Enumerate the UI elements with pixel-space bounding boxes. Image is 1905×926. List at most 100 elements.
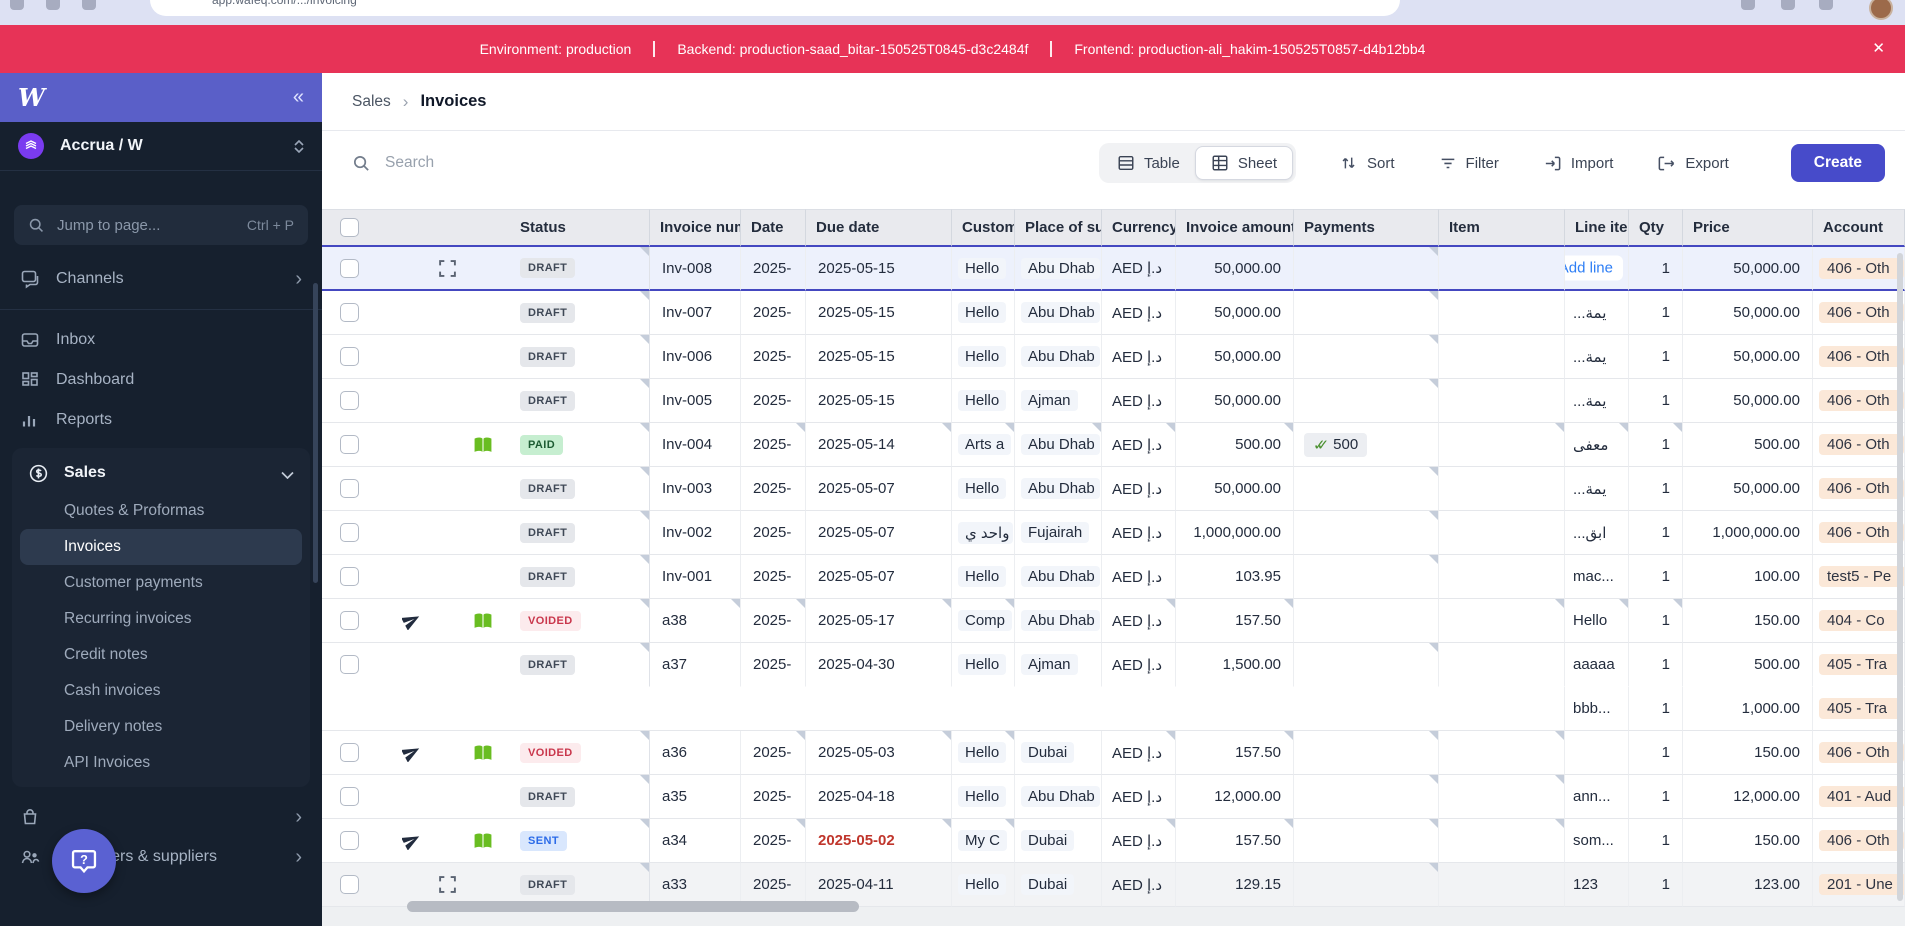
cell-date[interactable]: 2025- (741, 775, 806, 819)
cell-customer[interactable]: Hello (952, 467, 1015, 511)
address-bar[interactable]: app.wafeq.com/.../invoicing (150, 0, 1400, 16)
row-checkbox[interactable] (340, 479, 359, 498)
cell-currency[interactable]: AED د.إ (1102, 247, 1176, 291)
cell-item[interactable] (1439, 863, 1565, 907)
cell-currency[interactable]: AED د.إ (1102, 291, 1176, 335)
cell-payments[interactable]: ✓✓ 500 (1294, 423, 1439, 467)
cell-due-date[interactable]: 2025-05-15 (806, 335, 952, 379)
expand-icon[interactable] (435, 256, 459, 280)
cell-account[interactable]: 401 - Aud (1813, 775, 1905, 819)
cell-date[interactable]: 2025- (741, 511, 806, 555)
cell-invoice-amount[interactable]: 50,000.00 (1176, 291, 1294, 335)
cell-price[interactable]: 1,000.00 (1683, 687, 1813, 731)
workspace-selector[interactable]: Accrua / W (0, 122, 322, 171)
cell-account[interactable]: 406 - Oth (1813, 379, 1905, 423)
cell-status[interactable]: DRAFT (500, 555, 650, 599)
sidebar-item-customers-suppliers[interactable]: Customers & suppliers › (0, 837, 322, 877)
cell-qty[interactable]: 1 (1629, 687, 1683, 731)
cell-price[interactable]: 123.00 (1683, 863, 1813, 907)
cell-invoice-amount[interactable]: 50,000.00 (1176, 335, 1294, 379)
cell-invoice-amount[interactable]: 12,000.00 (1176, 775, 1294, 819)
cell-date[interactable]: 2025- (741, 423, 806, 467)
cell-customer[interactable]: واحد ي (952, 511, 1015, 555)
cell-date[interactable]: 2025- (741, 643, 806, 687)
cell-invoice-amount[interactable]: 129.15 (1176, 863, 1294, 907)
search-input[interactable] (352, 154, 872, 173)
cell-line-item[interactable]: ...يمة (1565, 291, 1629, 335)
cell-item[interactable] (1439, 599, 1565, 643)
cell-item[interactable] (1439, 775, 1565, 819)
banner-close-icon[interactable]: ✕ (1872, 39, 1885, 57)
cell-currency[interactable]: AED د.إ (1102, 731, 1176, 775)
cell-date[interactable]: 2025- (741, 335, 806, 379)
sidebar-item-sales[interactable]: Sales (12, 453, 310, 493)
cell-price[interactable]: 12,000.00 (1683, 775, 1813, 819)
row-checkbox[interactable] (340, 435, 359, 454)
cell-account[interactable]: test5 - Pe (1813, 555, 1905, 599)
cell-account[interactable]: 404 - Co (1813, 599, 1905, 643)
cell-invoice-amount[interactable]: 157.50 (1176, 599, 1294, 643)
row-checkbox[interactable] (340, 258, 359, 278)
cell-payments[interactable] (1294, 467, 1439, 511)
cell-status[interactable]: DRAFT (500, 291, 650, 335)
cell-payments[interactable] (1294, 291, 1439, 335)
row-checkbox[interactable] (340, 875, 359, 894)
cell-qty[interactable]: 1 (1629, 643, 1683, 687)
cell-status[interactable]: DRAFT (500, 511, 650, 555)
cell-customer[interactable]: Comp (952, 599, 1015, 643)
column-header-lineitem[interactable]: Line item (1565, 209, 1629, 247)
cell-account[interactable]: 406 - Oth (1813, 467, 1905, 511)
cell-due-date[interactable]: 2025-05-07 (806, 467, 952, 511)
cell-item[interactable] (1439, 555, 1565, 599)
cell-currency[interactable]: AED د.إ (1102, 643, 1176, 687)
cell-price[interactable]: 500.00 (1683, 643, 1813, 687)
cell-status[interactable]: PAID (500, 423, 650, 467)
cell-item[interactable] (1439, 423, 1565, 467)
cell-currency[interactable]: AED د.إ (1102, 335, 1176, 379)
cell-payments[interactable] (1294, 775, 1439, 819)
sidebar-item-invoices[interactable]: Invoices (20, 529, 302, 565)
cell-place-of-supply[interactable]: Abu Dhab (1015, 467, 1102, 511)
row-checkbox[interactable] (340, 611, 359, 630)
cell-price[interactable]: 150.00 (1683, 599, 1813, 643)
import-button[interactable]: Import (1543, 154, 1613, 173)
cell-account[interactable]: 405 - Tra (1813, 687, 1905, 731)
browser-menu-icon[interactable] (1819, 0, 1833, 10)
cell-line-item[interactable]: bbb... (1565, 687, 1629, 731)
row-checkbox[interactable] (340, 787, 359, 806)
cell-line-item[interactable]: som... (1565, 819, 1629, 863)
column-header-icons[interactable] (377, 209, 500, 247)
cell-price[interactable]: 500.00 (1683, 423, 1813, 467)
sidebar-item-dashboard[interactable]: Dashboard (0, 360, 322, 400)
cell-status[interactable]: VOIDED (500, 731, 650, 775)
cell-line-item[interactable]: aaaaa (1565, 643, 1629, 687)
cell-place-of-supply[interactable]: Abu Dhab (1015, 291, 1102, 335)
help-button[interactable]: ? (52, 829, 116, 893)
cell-item[interactable] (1439, 731, 1565, 775)
cell-item[interactable] (1439, 687, 1565, 731)
cell-due-date[interactable]: 2025-05-02 (806, 819, 952, 863)
cell-status[interactable]: VOIDED (500, 599, 650, 643)
column-header-qty[interactable]: Qty (1629, 209, 1683, 247)
cell-price[interactable]: 100.00 (1683, 555, 1813, 599)
cell-payments[interactable] (1294, 819, 1439, 863)
cell-line-item[interactable]: mac... (1565, 555, 1629, 599)
cell-invoice-amount[interactable]: 157.50 (1176, 731, 1294, 775)
cell-invoice-number[interactable]: Inv-007 (650, 291, 741, 335)
cell-invoice-amount[interactable]: 157.50 (1176, 819, 1294, 863)
cell-qty[interactable]: 1 (1629, 423, 1683, 467)
cell-place-of-supply[interactable]: Abu Dhab (1015, 247, 1102, 291)
sidebar-item-inbox[interactable]: Inbox (0, 320, 322, 360)
row-checkbox[interactable] (340, 303, 359, 322)
cell-place-of-supply[interactable]: Abu Dhab (1015, 423, 1102, 467)
cell-customer[interactable]: Hello (952, 731, 1015, 775)
cell-customer[interactable]: Hello (952, 335, 1015, 379)
cell-due-date[interactable]: 2025-05-15 (806, 247, 952, 291)
extensions-icon[interactable] (1741, 0, 1755, 10)
cell-place-of-supply[interactable]: Dubai (1015, 731, 1102, 775)
cell-qty[interactable]: 1 (1629, 247, 1683, 291)
cell-invoice-number[interactable]: Inv-003 (650, 467, 741, 511)
column-header-place[interactable]: Place of supply (1015, 209, 1102, 247)
view-sheet-button[interactable]: Sheet (1194, 146, 1294, 180)
column-header-number[interactable]: Invoice number (650, 209, 741, 247)
